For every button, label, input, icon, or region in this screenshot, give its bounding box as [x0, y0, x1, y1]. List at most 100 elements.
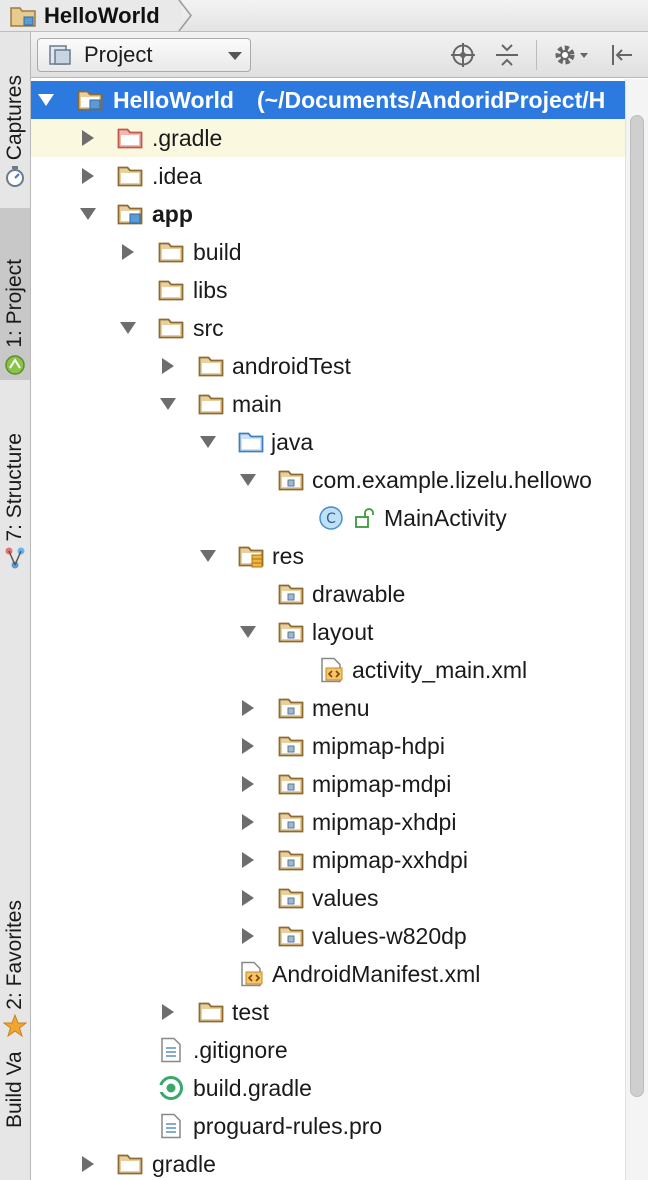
resource-folder-icon	[238, 543, 264, 569]
tab-build-variants[interactable]: Build Variants	[0, 1052, 30, 1180]
expanded-arrow-icon[interactable]	[199, 547, 217, 565]
tab-structure[interactable]: 7: Structure	[0, 400, 30, 572]
tree-label: activity_main.xml	[352, 656, 528, 683]
tree-row-libs[interactable]: libs	[31, 271, 625, 309]
tree-row-res[interactable]: res	[31, 537, 625, 575]
collapsed-arrow-icon[interactable]	[239, 851, 257, 869]
tree-row-gradle[interactable]: gradle	[31, 1145, 625, 1180]
tree-label: AndroidManifest.xml	[272, 960, 481, 987]
expand-arrow-icon[interactable]	[37, 91, 55, 109]
module-folder-icon	[117, 201, 143, 227]
collapsed-arrow-icon[interactable]	[239, 889, 257, 907]
tree-row-mipmap-hdpi[interactable]: mipmap-hdpi	[31, 727, 625, 765]
tree-row-root[interactable]: HelloWorld (~/Documents/AndoridProject/H	[31, 81, 625, 119]
tree-row-java[interactable]: java	[31, 423, 625, 461]
tree-label: .gradle	[152, 124, 223, 151]
collapsed-arrow-icon[interactable]	[79, 167, 97, 185]
hide-panel-icon[interactable]	[608, 42, 634, 68]
tree-row-mipmap-xhdpi[interactable]: mipmap-xhdpi	[31, 803, 625, 841]
project-tree[interactable]: HelloWorld (~/Documents/AndoridProject/H…	[31, 79, 625, 1180]
tree-row-menu[interactable]: menu	[31, 689, 625, 727]
module-folder-icon	[77, 87, 103, 113]
collapsed-arrow-icon[interactable]	[79, 1155, 97, 1173]
tree-label: drawable	[312, 580, 406, 607]
collapsed-arrow-icon[interactable]	[159, 1003, 177, 1021]
folder-icon	[278, 847, 304, 873]
tree-row-activity-main[interactable]: activity_main.xml	[31, 651, 625, 689]
tree-label: layout	[312, 618, 374, 645]
tree-scrollbar[interactable]	[625, 79, 648, 1180]
tree-row-build[interactable]: build	[31, 233, 625, 271]
collapse-all-icon[interactable]	[494, 42, 520, 68]
tree-row-test[interactable]: test	[31, 993, 625, 1031]
tree-label: .idea	[152, 162, 202, 189]
view-mode-dropdown[interactable]: Project	[37, 38, 251, 72]
folder-icon	[117, 1154, 143, 1175]
collapsed-arrow-icon[interactable]	[239, 927, 257, 945]
tree-row-src[interactable]: src	[31, 309, 625, 347]
tree-label: androidTest	[232, 352, 351, 379]
expanded-arrow-icon[interactable]	[239, 623, 257, 641]
tree-row-app[interactable]: app	[31, 195, 625, 233]
tree-label: test	[232, 998, 270, 1025]
svg-text:C: C	[326, 511, 336, 527]
expanded-arrow-icon[interactable]	[159, 395, 177, 413]
scroll-from-source-icon[interactable]	[450, 42, 476, 68]
structure-icon	[5, 547, 25, 569]
folder-icon	[158, 318, 184, 339]
collapsed-arrow-icon[interactable]	[239, 737, 257, 755]
tree-row-idea[interactable]: .idea	[31, 157, 625, 195]
module-folder-icon	[10, 6, 36, 27]
collapsed-arrow-icon[interactable]	[119, 243, 137, 261]
expanded-arrow-icon[interactable]	[199, 433, 217, 451]
folder-icon	[117, 166, 143, 187]
tree-label: mipmap-xhdpi	[312, 808, 457, 835]
tree-row-proguard[interactable]: proguard-rules.pro	[31, 1107, 625, 1145]
tree-row-layout[interactable]: layout	[31, 613, 625, 651]
star-icon	[3, 1014, 27, 1038]
folder-icon	[158, 280, 184, 301]
folder-icon	[278, 809, 304, 835]
tree-row-mipmap-mdpi[interactable]: mipmap-mdpi	[31, 765, 625, 803]
collapsed-arrow-icon[interactable]	[79, 129, 97, 147]
tab-favorites[interactable]: 2: Favorites	[0, 844, 30, 1040]
tree-row-build-gradle[interactable]: build.gradle	[31, 1069, 625, 1107]
tree-row-main[interactable]: main	[31, 385, 625, 423]
folder-icon	[278, 619, 304, 645]
tree-row-gradle-dir[interactable]: .gradle	[31, 119, 625, 157]
collapsed-arrow-icon[interactable]	[239, 813, 257, 831]
project-panel-header: Project	[31, 32, 648, 78]
tab-project[interactable]: 1: Project	[0, 208, 30, 380]
tree-label: java	[271, 428, 314, 455]
scrollbar-thumb[interactable]	[630, 115, 644, 1097]
tree-row-values-w820dp[interactable]: values-w820dp	[31, 917, 625, 955]
tree-row-manifest[interactable]: AndroidManifest.xml	[31, 955, 625, 993]
tree-label-root-path: (~/Documents/AndoridProject/H	[257, 86, 606, 113]
tree-row-mainactivity[interactable]: C MainActivity	[31, 499, 625, 537]
collapsed-arrow-icon[interactable]	[159, 357, 177, 375]
collapsed-arrow-icon[interactable]	[239, 699, 257, 717]
tab-project-label: 1: Project	[3, 259, 26, 348]
tree-row-values[interactable]: values	[31, 879, 625, 917]
gear-icon[interactable]	[553, 42, 589, 68]
tree-row-drawable[interactable]: drawable	[31, 575, 625, 613]
collapsed-arrow-icon[interactable]	[239, 775, 257, 793]
toolbar-divider	[536, 40, 537, 70]
tree-label: libs	[193, 276, 228, 303]
tab-captures[interactable]: Captures	[0, 32, 30, 190]
tree-row-mipmap-xxhdpi[interactable]: mipmap-xxhdpi	[31, 841, 625, 879]
tree-label: proguard-rules.pro	[193, 1112, 383, 1139]
tree-row-package[interactable]: com.example.lizelu.hellowo	[31, 461, 625, 499]
expanded-arrow-icon[interactable]	[239, 471, 257, 489]
breadcrumb-project[interactable]: HelloWorld	[0, 0, 182, 31]
folder-icon	[278, 923, 304, 949]
folder-icon	[117, 128, 143, 149]
tree-label-root: HelloWorld	[113, 86, 234, 113]
tree-label: build.gradle	[193, 1074, 312, 1101]
tree-row-androidtest[interactable]: androidTest	[31, 347, 625, 385]
text-file-icon	[161, 1037, 181, 1063]
tree-row-gitignore[interactable]: .gitignore	[31, 1031, 625, 1069]
expanded-arrow-icon[interactable]	[79, 205, 97, 223]
expanded-arrow-icon[interactable]	[119, 319, 137, 337]
project-view-icon	[49, 45, 71, 65]
